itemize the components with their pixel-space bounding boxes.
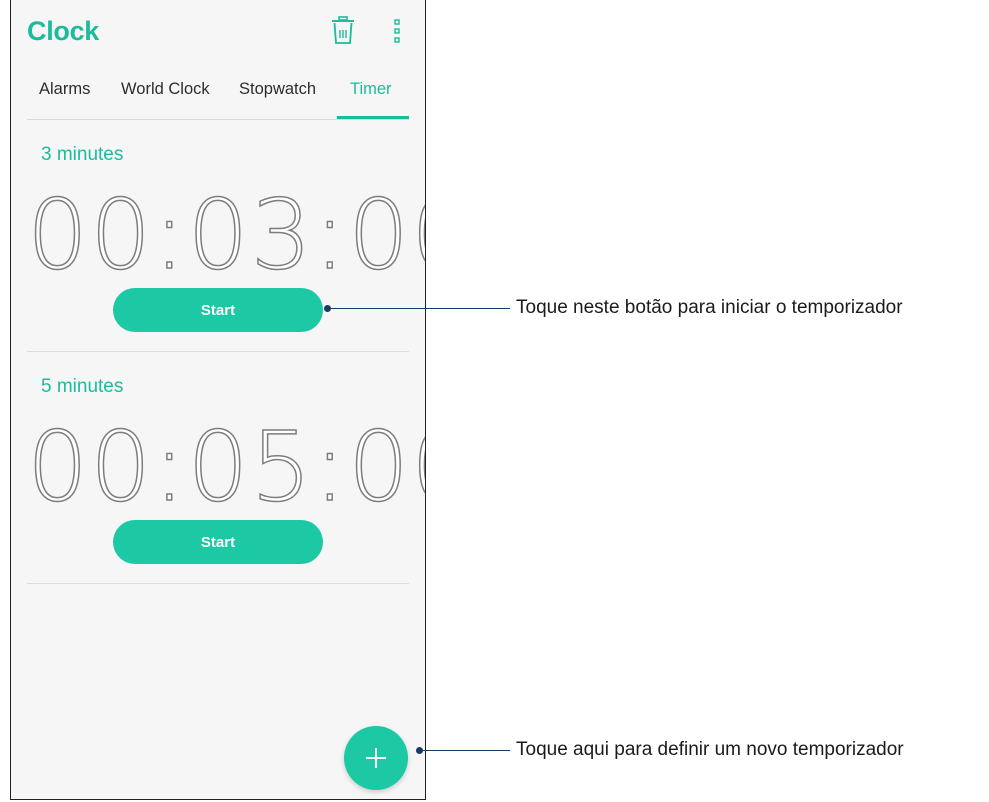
timer-display[interactable]: 00:03:00 <box>26 179 425 291</box>
tab-stopwatch[interactable]: Stopwatch <box>239 80 316 99</box>
tab-bar: Alarms World Clock Stopwatch Timer <box>11 62 425 118</box>
phone-screen: Clock Alarms World Clock Stopwatch Timer <box>10 0 426 800</box>
start-button[interactable]: Start <box>113 520 323 564</box>
callout-add-text: Toque aqui para definir um novo temporiz… <box>516 739 904 760</box>
tab-world-clock[interactable]: World Clock <box>121 80 210 99</box>
callout-line <box>328 308 510 309</box>
callout-start-text: Toque neste botão para iniciar o tempori… <box>516 297 903 318</box>
tab-alarms[interactable]: Alarms <box>39 80 90 99</box>
start-button[interactable]: Start <box>113 288 323 332</box>
timer-display[interactable]: 00:05:00 <box>26 411 425 523</box>
callout-line <box>420 750 510 751</box>
tab-timer[interactable]: Timer <box>350 80 392 99</box>
divider <box>27 583 409 584</box>
timer-label[interactable]: 5 minutes <box>41 376 123 398</box>
app-title: Clock <box>27 16 100 46</box>
trash-icon[interactable] <box>331 16 355 44</box>
plus-icon-stroke <box>375 748 377 768</box>
tab-active-indicator <box>337 116 409 119</box>
more-vert-icon[interactable] <box>393 18 401 44</box>
app-header: Clock <box>11 0 425 62</box>
timer-label[interactable]: 3 minutes <box>41 144 123 166</box>
timer-card: 3 minutes 00:03:00 Start <box>26 120 425 352</box>
timer-card: 5 minutes 00:05:00 Start <box>26 352 425 584</box>
add-timer-button[interactable] <box>344 726 408 790</box>
